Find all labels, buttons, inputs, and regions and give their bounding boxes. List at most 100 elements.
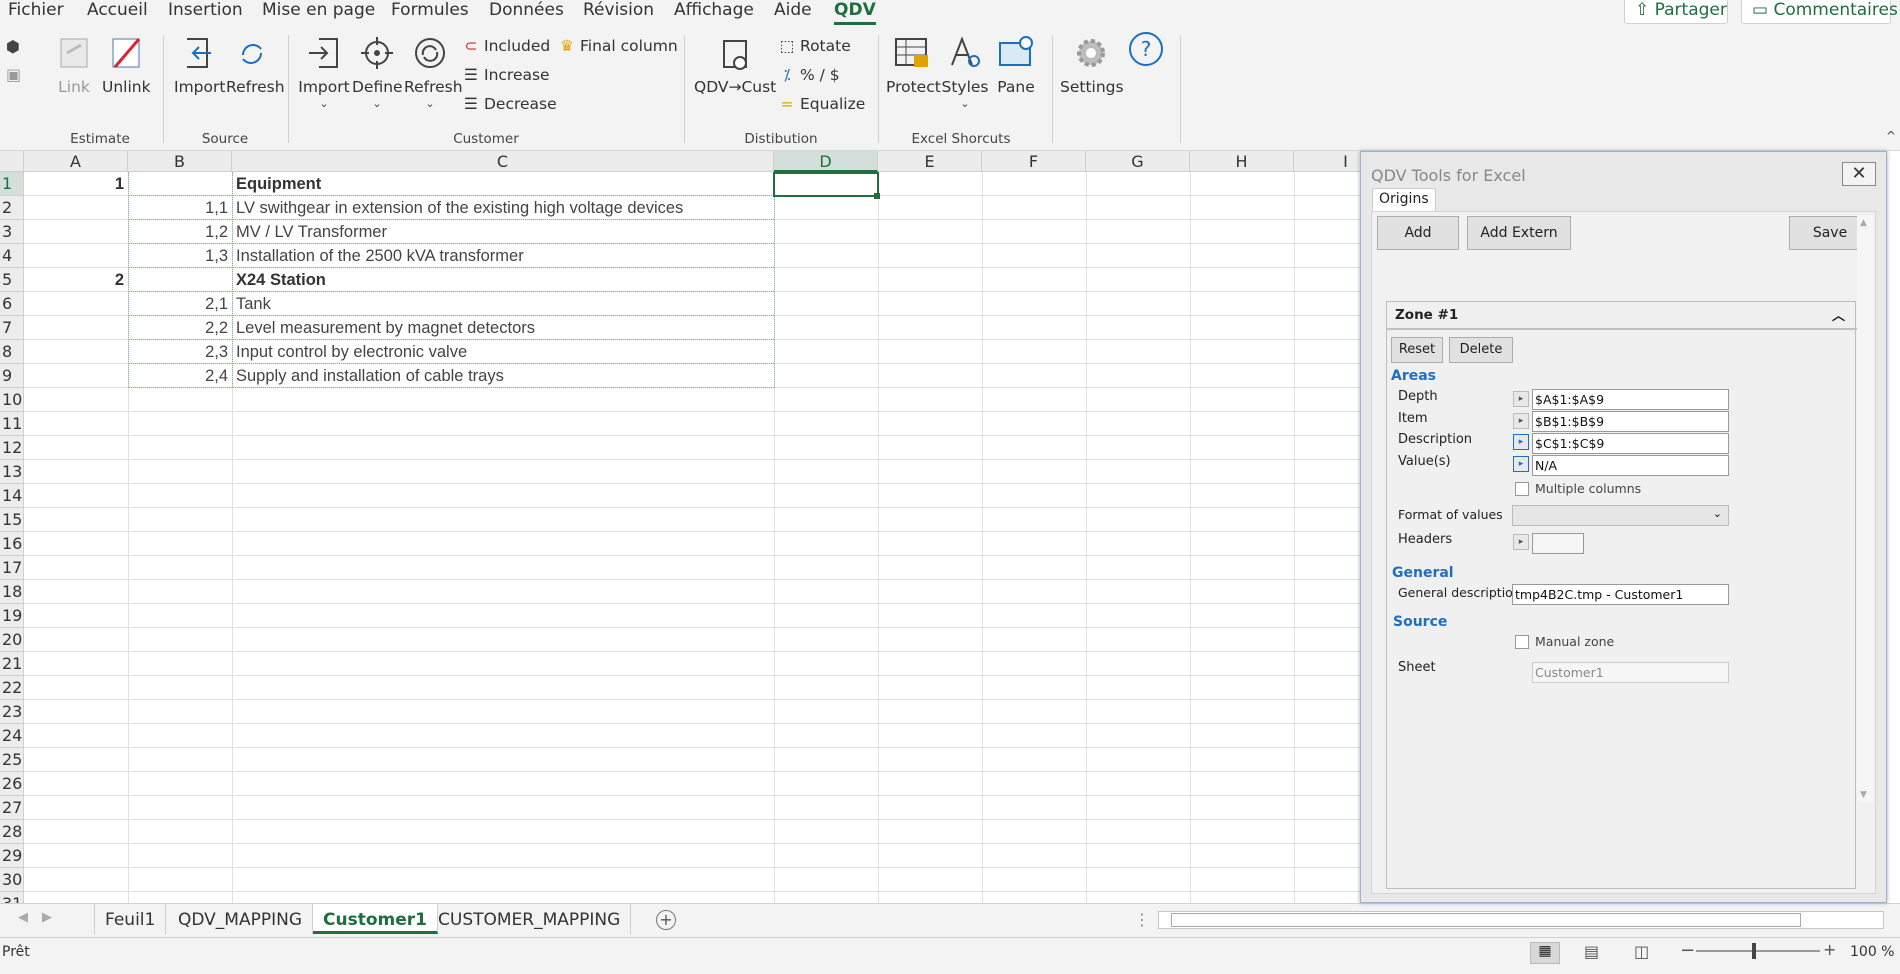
comments-button[interactable]: ▭ Commentaires [1741, 0, 1898, 24]
styles-button[interactable]: Styles ⌄ [940, 27, 990, 127]
row-header[interactable]: 30 [0, 868, 24, 892]
settings-button[interactable]: Settings [1060, 27, 1124, 127]
row-header[interactable]: 12 [0, 436, 24, 460]
prev-sheet-icon[interactable]: ◀ [18, 910, 28, 925]
splitter-handle-icon[interactable]: ⋮ [1134, 910, 1150, 929]
row-header[interactable]: 27 [0, 796, 24, 820]
zoom-slider-thumb[interactable] [1752, 943, 1756, 959]
increase-button[interactable]: ☰ Increase [462, 66, 550, 84]
row-header[interactable]: 24 [0, 724, 24, 748]
add-extern-button[interactable]: Add Extern [1467, 216, 1571, 250]
selected-cell-d1[interactable] [773, 172, 879, 197]
share-button[interactable]: ⇧ Partager [1624, 0, 1728, 24]
row-header[interactable]: 11 [0, 412, 24, 436]
menu-formules[interactable]: Formules [391, 0, 469, 20]
menu-qdv[interactable]: QDV [834, 0, 876, 25]
scroll-down-icon[interactable]: ▼ [1860, 790, 1867, 800]
cell-a[interactable] [24, 316, 128, 340]
horizontal-scrollbar[interactable] [1158, 911, 1884, 929]
row-header[interactable]: 14 [0, 484, 24, 508]
cell-a[interactable] [24, 244, 128, 268]
sheet-tab-qdv-mapping[interactable]: QDV_MAPPING [168, 904, 314, 934]
multiple-columns-checkbox[interactable] [1515, 482, 1529, 496]
row-header[interactable]: 5 [0, 268, 24, 292]
column-header[interactable]: H [1190, 151, 1294, 172]
column-header[interactable]: E [878, 151, 982, 172]
row-header[interactable]: 19 [0, 604, 24, 628]
row-header[interactable]: 10 [0, 388, 24, 412]
equalize-button[interactable]: = Equalize [778, 95, 866, 113]
page-break-icon[interactable]: ◫ [1634, 942, 1649, 961]
row-header[interactable]: 1 [0, 172, 24, 196]
cell-c[interactable]: Supply and installation of cable trays [236, 364, 772, 388]
row-header[interactable]: 3 [0, 220, 24, 244]
column-header[interactable]: I [1294, 151, 1360, 172]
cell-a[interactable] [24, 196, 128, 220]
unlink-button[interactable]: Unlink [102, 27, 151, 127]
add-button[interactable]: Add [1377, 216, 1459, 250]
row-header[interactable]: 20 [0, 628, 24, 652]
source-import-button[interactable]: Import [174, 27, 225, 127]
cell-c[interactable]: X24 Station [236, 268, 772, 292]
spreadsheet-grid[interactable]: A B C D E F G H I 1 2 3 4 5 6 7 8 9 10 11 12 13 14 15 1… [0, 151, 1360, 903]
cell-b[interactable]: 1,3 [128, 244, 232, 268]
cell-b[interactable]: 1,1 [128, 196, 232, 220]
cell-c[interactable]: MV / LV Transformer [236, 220, 772, 244]
description-picker-icon[interactable]: ▸ [1513, 434, 1529, 450]
sheet-field[interactable]: Customer1 [1532, 662, 1729, 683]
qdv-cube-icon[interactable]: ⬢ [6, 37, 20, 56]
panel-scrollbar[interactable]: ▲ ▼ [1857, 216, 1873, 802]
description-field[interactable]: $C$1:$C$9 [1532, 433, 1729, 454]
scrollbar-thumb[interactable] [1171, 913, 1801, 927]
add-sheet-icon[interactable]: + [656, 910, 676, 930]
decrease-button[interactable]: ☰ Decrease [462, 95, 557, 113]
column-header[interactable]: F [982, 151, 1086, 172]
manual-zone-checkbox[interactable] [1515, 635, 1529, 649]
cell-a[interactable] [24, 364, 128, 388]
link-button[interactable]: Link [54, 27, 94, 127]
row-header[interactable]: 21 [0, 652, 24, 676]
row-header[interactable]: 9 [0, 364, 24, 388]
item-field[interactable]: $B$1:$B$9 [1532, 411, 1729, 432]
select-all-corner[interactable] [0, 151, 24, 172]
sheet-tab-customer-mapping[interactable]: CUSTOMER_MAPPING [428, 904, 632, 934]
general-description-field[interactable]: tmp4B2C.tmp - Customer1 [1512, 584, 1729, 605]
cell-c[interactable]: Tank [236, 292, 772, 316]
cell-c[interactable]: Installation of the 2500 kVA transformer [236, 244, 772, 268]
row-header[interactable]: 13 [0, 460, 24, 484]
menu-donnees[interactable]: Données [489, 0, 564, 20]
sheet-tab-customer1[interactable]: Customer1 [313, 904, 438, 934]
page-layout-icon[interactable]: ▤ [1584, 942, 1599, 961]
pane-button[interactable]: Pane [994, 27, 1038, 127]
cell-c[interactable]: Input control by electronic valve [236, 340, 772, 364]
row-header[interactable]: 15 [0, 508, 24, 532]
included-button[interactable]: ⊂ Included [462, 37, 551, 55]
menu-affichage[interactable]: Affichage [674, 0, 754, 20]
chevron-up-icon[interactable]: ︿ [1832, 305, 1845, 324]
column-header[interactable]: A [24, 151, 128, 172]
cell-b[interactable] [128, 268, 232, 292]
qdv-cust-button[interactable]: QDV→Cust [694, 27, 776, 127]
row-header[interactable]: 31 [0, 892, 24, 903]
headers-field[interactable] [1532, 533, 1584, 554]
cell-b[interactable]: 2,2 [128, 316, 232, 340]
menu-mise-en-page[interactable]: Mise en page [262, 0, 375, 20]
cell-c[interactable]: LV swithgear in extension of the existin… [236, 196, 772, 220]
customer-refresh-button[interactable]: Refresh ⌄ [404, 27, 463, 127]
rotate-button[interactable]: ⬚ Rotate [778, 37, 851, 55]
final-column-button[interactable]: ♛ Final column [558, 37, 678, 55]
column-header[interactable]: B [128, 151, 232, 172]
depth-picker-icon[interactable]: ▸ [1513, 391, 1529, 407]
scroll-up-icon[interactable]: ▲ [1860, 218, 1867, 228]
cell-c[interactable]: Equipment [236, 172, 772, 196]
cell-a[interactable] [24, 220, 128, 244]
row-header[interactable]: 2 [0, 196, 24, 220]
headers-picker-icon[interactable]: ▸ [1513, 534, 1529, 550]
cell-b[interactable] [128, 172, 232, 196]
depth-field[interactable]: $A$1:$A$9 [1532, 389, 1729, 410]
source-refresh-button[interactable]: Refresh [226, 27, 285, 127]
cell-a[interactable] [24, 292, 128, 316]
delete-button[interactable]: Delete [1449, 337, 1513, 363]
cell-c[interactable]: Level measurement by magnet detectors [236, 316, 772, 340]
row-header[interactable]: 25 [0, 748, 24, 772]
